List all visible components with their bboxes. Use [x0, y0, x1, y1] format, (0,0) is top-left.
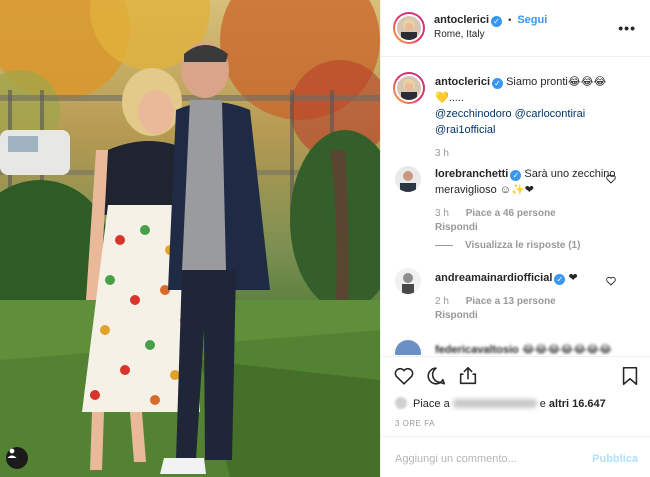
commenter-username[interactable]: federicavaltosio [435, 344, 519, 355]
comment-time: 2 h [435, 296, 449, 307]
share-icon[interactable] [457, 365, 479, 387]
mention-link[interactable]: @rai1official [435, 124, 496, 136]
liker-avatar [395, 397, 407, 409]
likes-summary[interactable]: Piace a e altri 16.647 [395, 397, 606, 410]
post-side-panel: antoclerici ✓ • Segui Rome, Italy ••• ant… [380, 0, 650, 477]
action-bar: Piace a e altri 16.647 3 ORE FA [381, 356, 650, 434]
more-options-icon[interactable]: ••• [618, 20, 636, 36]
post-header: antoclerici ✓ • Segui Rome, Italy ••• [381, 0, 650, 57]
commenter-avatar[interactable] [395, 340, 421, 355]
comment-likes[interactable]: Piace a 13 persone [466, 296, 556, 307]
likes-middle: e [539, 398, 546, 410]
comment-input[interactable]: Aggiungi un commento... [395, 453, 517, 465]
likes-prefix: Piace a [413, 398, 450, 410]
follow-button[interactable]: Segui [517, 14, 547, 26]
liker-name-redacted [452, 399, 537, 408]
add-comment-bar: Aggiungi un commento... Pubblica [381, 436, 650, 477]
publish-button[interactable]: Pubblica [592, 453, 638, 465]
author-avatar[interactable] [393, 12, 425, 44]
author-username[interactable]: antoclerici [434, 14, 489, 26]
mention-link[interactable]: @zecchinodoro [435, 108, 512, 120]
likes-others[interactable]: altri 16.647 [549, 398, 606, 410]
thread-line [435, 244, 453, 246]
comment-heart-icon[interactable] [606, 276, 616, 286]
view-replies-label: Visualizza le risposte (1) [465, 240, 581, 251]
comment-text: 😂😂😂😂😂😂😂 [521, 344, 612, 355]
caption-time: 3 h [435, 148, 449, 159]
location-link[interactable]: Rome, Italy [434, 29, 485, 40]
comment-time: 3 h [435, 208, 449, 219]
commenter-avatar[interactable] [395, 268, 421, 294]
comment-bubble-icon[interactable] [425, 365, 447, 387]
post-photo[interactable] [0, 0, 380, 477]
person-tag-icon[interactable] [6, 447, 28, 469]
verified-badge-icon: ✓ [510, 170, 522, 181]
post-timestamp: 3 ORE FA [395, 419, 436, 428]
comment-heart-icon[interactable] [606, 174, 616, 184]
photo-scene [0, 0, 380, 477]
heart-icon[interactable] [393, 365, 415, 387]
bookmark-icon[interactable] [619, 365, 641, 387]
reply-button[interactable]: Rispondi [435, 310, 478, 321]
comment-likes[interactable]: Piace a 46 persone [466, 208, 556, 219]
verified-badge-icon: ✓ [491, 16, 503, 27]
caption-username[interactable]: antoclerici [435, 76, 490, 88]
reply-button[interactable]: Rispondi [435, 222, 478, 233]
comments-list[interactable]: antoclerici ✓ Siamo pronti😂😂😂 💛..... @zec… [381, 58, 650, 355]
mention-link[interactable]: @carlocontirai [515, 108, 585, 120]
commenter-avatar[interactable] [395, 166, 421, 192]
commenter-username[interactable]: lorebranchetti [435, 168, 508, 180]
commenter-username[interactable]: andreamainardiofficial [435, 272, 552, 284]
view-replies-button[interactable]: Visualizza le risposte (1) [435, 240, 580, 251]
caption-avatar[interactable] [393, 72, 425, 104]
verified-badge-icon: ✓ [492, 78, 504, 89]
header-separator: • [508, 15, 512, 25]
comment-text: ❤ [568, 272, 578, 284]
verified-badge-icon: ✓ [554, 274, 566, 285]
